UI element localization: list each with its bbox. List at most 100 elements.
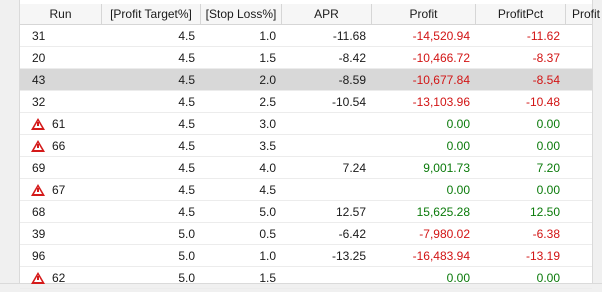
table-row[interactable]: 39 5.0 0.5 -6.42 -7,980.02 -6.38 [20,223,592,245]
profit-target-cell: 4.5 [178,95,195,109]
column-header-stop-loss[interactable]: [Stop Loss%] [201,4,282,24]
stop-loss-cell: 5.0 [259,205,276,219]
profit-pct-cell: -8.54 [532,73,560,87]
profit-pct-cell: 7.20 [536,161,560,175]
stop-loss-cell: 1.5 [259,271,276,285]
run-number: 68 [32,205,46,219]
apr-cell: -8.42 [338,51,366,65]
column-header-profitpct[interactable]: ProfitPct [476,4,566,24]
profit-cell: 0.00 [446,183,470,197]
run-number: 32 [32,95,46,109]
stop-loss-cell: 0.5 [259,227,276,241]
run-number: 20 [32,51,46,65]
apr-cell: -11.68 [332,29,366,43]
run-cell: 61 [20,113,102,135]
table-row[interactable]: 31 4.5 1.0 -11.68 -14,520.94 -11.62 [20,25,592,47]
profit-target-cell: 4.5 [178,73,195,87]
run-cell: 62 [20,267,102,289]
stop-loss-cell: 3.0 [259,117,276,131]
table-row[interactable]: 61 4.5 3.0 0.00 0.00 [20,113,592,135]
run-number: 67 [52,183,66,197]
run-number: 69 [32,161,46,175]
apr-cell [282,113,372,135]
profit-cell: -10,677.84 [412,73,470,87]
run-cell: 32 [20,91,102,113]
apr-cell [282,267,372,289]
table-row[interactable]: 69 4.5 4.0 7.24 9,001.73 7.20 [20,157,592,179]
profit-cell: 15,625.28 [416,205,470,219]
profit-target-cell: 4.5 [178,117,195,131]
run-number: 66 [52,139,66,153]
apr-cell: 7.24 [342,161,366,175]
stop-loss-cell: 2.0 [259,73,276,87]
warning-triangle-icon [31,117,45,130]
apr-cell [282,179,372,201]
run-cell: 20 [20,47,102,69]
profit-target-cell: 4.5 [178,205,195,219]
profit-pct-cell: 0.00 [536,183,560,197]
profit-cell: 0.00 [446,117,470,131]
vertical-scrollbar[interactable] [592,0,602,292]
table-row[interactable]: 62 5.0 1.5 0.00 0.00 [20,267,592,289]
stop-loss-cell: 2.5 [259,95,276,109]
run-cell: 67 [20,179,102,201]
profit-cell: 0.00 [446,139,470,153]
table-row[interactable]: 43 4.5 2.0 -8.59 -10,677.84 -8.54 [20,69,592,91]
profit-target-cell: 5.0 [178,227,195,241]
profit-target-cell: 4.5 [178,51,195,65]
column-header-apr[interactable]: APR [282,4,372,24]
profit-pct-cell: -10.48 [525,95,560,109]
apr-cell: 12.57 [335,205,366,219]
profit-pct-cell: -6.38 [532,227,560,241]
run-cell: 66 [20,135,102,157]
profit-target-cell: 5.0 [178,271,195,285]
table-row[interactable]: 96 5.0 1.0 -13.25 -16,483.94 -13.19 [20,245,592,267]
column-header-run[interactable]: Run [20,4,102,24]
row-divider [20,288,592,289]
apr-cell: -6.42 [338,227,366,241]
stop-loss-cell: 4.0 [259,161,276,175]
results-table-header: Run [Profit Target%] [Stop Loss%] APR Pr… [20,4,600,25]
profit-pct-cell: 12.50 [529,205,560,219]
profit-cell: -13,103.96 [412,95,470,109]
warning-triangle-icon [31,271,45,284]
run-number: 96 [32,249,46,263]
table-row[interactable]: 66 4.5 3.5 0.00 0.00 [20,135,592,157]
apr-cell: -8.59 [338,73,366,87]
stop-loss-cell: 1.5 [259,51,276,65]
table-row[interactable]: 32 4.5 2.5 -10.54 -13,103.96 -10.48 [20,91,592,113]
run-cell: 69 [20,157,102,179]
left-frame [0,0,20,292]
table-row[interactable]: 20 4.5 1.5 -8.42 -10,466.72 -8.37 [20,47,592,69]
run-cell: 68 [20,201,102,223]
column-header-profit-partial[interactable]: Profit [566,4,602,24]
profit-target-cell: 4.5 [178,161,195,175]
profit-target-cell: 4.5 [178,29,195,43]
profit-pct-cell: 0.00 [536,271,560,285]
run-number: 39 [32,227,46,241]
stop-loss-cell: 1.0 [259,29,276,43]
run-cell: 96 [20,245,102,267]
table-row[interactable]: 68 4.5 5.0 12.57 15,625.28 12.50 [20,201,592,223]
run-number: 61 [52,117,66,131]
warning-triangle-icon [31,139,45,152]
stop-loss-cell: 3.5 [259,139,276,153]
profit-target-cell: 4.5 [178,139,195,153]
profit-cell: -16,483.94 [412,249,470,263]
run-cell: 43 [20,69,102,91]
profit-cell: 0.00 [446,271,470,285]
profit-target-cell: 4.5 [178,183,195,197]
apr-cell: -13.25 [331,249,366,263]
warning-triangle-icon [31,183,45,196]
profit-pct-cell: 0.00 [536,139,560,153]
profit-pct-cell: -8.37 [532,51,560,65]
profit-pct-cell: -13.19 [525,249,560,263]
column-header-profit[interactable]: Profit [372,4,476,24]
profit-target-cell: 5.0 [178,249,195,263]
run-number: 62 [52,271,66,285]
profit-pct-cell: -11.62 [526,29,560,43]
column-header-profit-target[interactable]: [Profit Target%] [102,4,201,24]
profit-pct-cell: 0.00 [536,117,560,131]
table-row[interactable]: 67 4.5 4.5 0.00 0.00 [20,179,592,201]
run-number: 43 [32,73,46,87]
